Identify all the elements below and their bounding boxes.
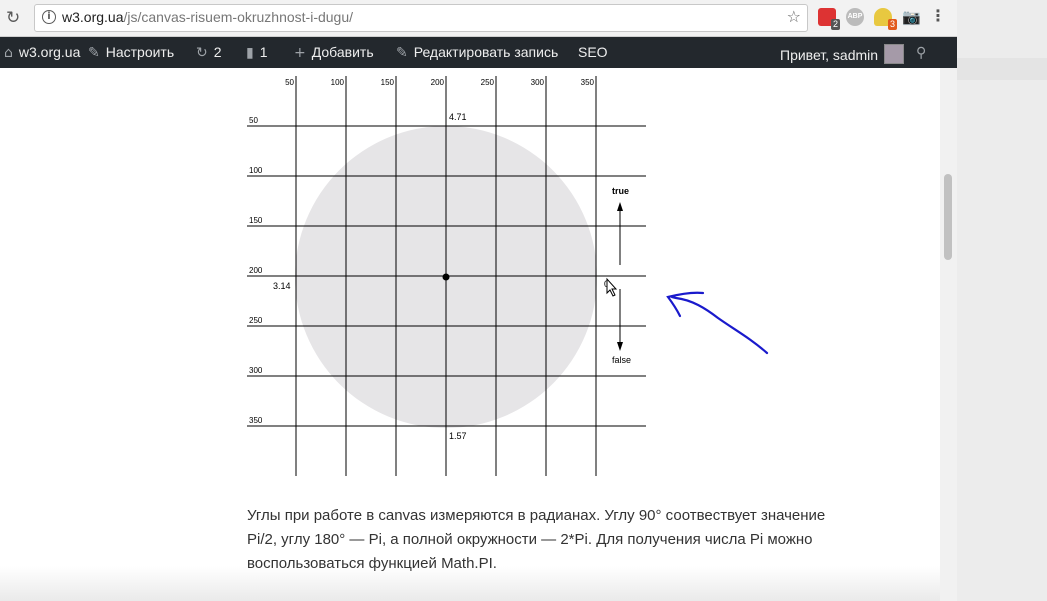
x-tick-label: 50 xyxy=(285,78,294,87)
x-tick-label: 100 xyxy=(331,78,345,87)
y-tick-labels: 50 100 150 200 250 300 350 xyxy=(249,116,263,425)
bulb-badge: 3 xyxy=(887,19,897,30)
browser-window: ↻ i w3.org.ua/js/canvas-risuem-okruzhnos… xyxy=(0,0,957,601)
url-path: /js/canvas-risuem-okruzhnost-i-dugu/ xyxy=(123,9,354,25)
reload-icon[interactable]: ↻ xyxy=(6,8,26,28)
y-tick-label: 200 xyxy=(249,266,263,275)
adminbar-search[interactable]: ⚲ xyxy=(916,44,932,61)
background-window-strip xyxy=(957,58,1047,80)
adminbar-updates-count: 2 xyxy=(213,44,222,60)
angle-left-label: 3.14 xyxy=(273,281,291,291)
true-label: true xyxy=(612,186,629,196)
wp-admin-bar: ⌂ w3.org.ua ✎ Настроить ↻ 2 ▮ 1 + Добавить ✎ Р… xyxy=(0,37,957,68)
adminbar-add-new[interactable]: + Добавить xyxy=(294,44,374,61)
comment-icon: ▮ xyxy=(246,45,254,61)
adminbar-account[interactable]: Привет, sadmin xyxy=(780,44,905,64)
x-tick-label: 150 xyxy=(381,78,395,87)
x-tick-label: 200 xyxy=(431,78,445,87)
center-point xyxy=(442,273,450,281)
x-tick-label: 350 xyxy=(581,78,595,87)
calendar-badge: 2 xyxy=(830,19,840,30)
search-icon: ⚲ xyxy=(916,45,927,61)
camera-extension-icon[interactable]: 📷 xyxy=(902,8,921,26)
url-host: w3.org.ua xyxy=(62,9,124,25)
adminbar-greeting: Привет, sadmin xyxy=(780,47,879,63)
bookmark-star-icon[interactable]: ☆ xyxy=(787,7,801,26)
adminbar-comments-count: 1 xyxy=(259,44,268,60)
page-scrollbar[interactable] xyxy=(940,68,957,601)
false-arrow-head xyxy=(617,342,623,351)
browser-menu-icon[interactable]: ⋮ xyxy=(930,6,946,25)
y-tick-label: 350 xyxy=(249,416,263,425)
adminbar-updates[interactable]: ↻ 2 xyxy=(196,44,222,61)
x-tick-labels: 50 100 150 200 250 300 350 xyxy=(285,78,594,87)
adminbar-customize[interactable]: ✎ Настроить xyxy=(88,44,174,61)
y-tick-label: 50 xyxy=(249,116,258,125)
pencil-icon: ✎ xyxy=(396,45,408,61)
info-icon[interactable]: i xyxy=(42,10,56,24)
angle-bottom-label: 1.57 xyxy=(449,431,467,441)
adminbar-edit-post[interactable]: ✎ Редактировать запись xyxy=(396,44,558,61)
y-tick-label: 150 xyxy=(249,216,263,225)
true-arrow-head xyxy=(617,202,623,211)
brush-icon: ✎ xyxy=(88,45,100,61)
false-label: false xyxy=(612,355,631,365)
bulb-extension-icon[interactable]: 3 xyxy=(874,8,897,30)
hand-drawn-arrow-stroke xyxy=(670,295,769,355)
adminbar-add-new-label: Добавить xyxy=(311,44,374,60)
page-content: 50 100 150 200 250 300 350 50 100 150 200 250 300 35… xyxy=(0,68,957,601)
home-icon: ⌂ xyxy=(4,45,13,61)
mouse-cursor-icon xyxy=(606,277,618,297)
address-bar[interactable]: i w3.org.ua/js/canvas-risuem-okruzhnost-… xyxy=(34,4,808,32)
angle-top-label: 4.71 xyxy=(449,112,467,122)
calendar-extension-icon[interactable]: 2 xyxy=(818,8,840,30)
url-text[interactable]: w3.org.ua/js/canvas-risuem-okruzhnost-i-… xyxy=(62,9,353,25)
browser-toolbar: ↻ i w3.org.ua/js/canvas-risuem-okruzhnos… xyxy=(0,0,957,37)
x-tick-label: 300 xyxy=(531,78,545,87)
adblock-extension-icon[interactable]: ABP xyxy=(846,8,864,26)
scrollbar-thumb[interactable] xyxy=(944,174,952,260)
plus-icon: + xyxy=(294,45,306,61)
canvas-arc-figure: 50 100 150 200 250 300 350 50 100 150 200 250 300 35… xyxy=(247,76,769,476)
adminbar-site[interactable]: ⌂ w3.org.ua xyxy=(4,44,80,61)
adminbar-site-label: w3.org.ua xyxy=(18,44,81,60)
updates-icon: ↻ xyxy=(196,45,208,61)
y-tick-label: 250 xyxy=(249,316,263,325)
y-tick-label: 300 xyxy=(249,366,263,375)
x-tick-label: 250 xyxy=(481,78,495,87)
adminbar-comments[interactable]: ▮ 1 xyxy=(246,44,268,61)
y-tick-label: 100 xyxy=(249,166,263,175)
bottom-fade xyxy=(0,566,957,601)
adminbar-customize-label: Настроить xyxy=(105,44,175,60)
adminbar-seo[interactable]: SEO xyxy=(578,44,608,60)
adminbar-edit-post-label: Редактировать запись xyxy=(413,44,559,60)
avatar xyxy=(884,44,905,64)
